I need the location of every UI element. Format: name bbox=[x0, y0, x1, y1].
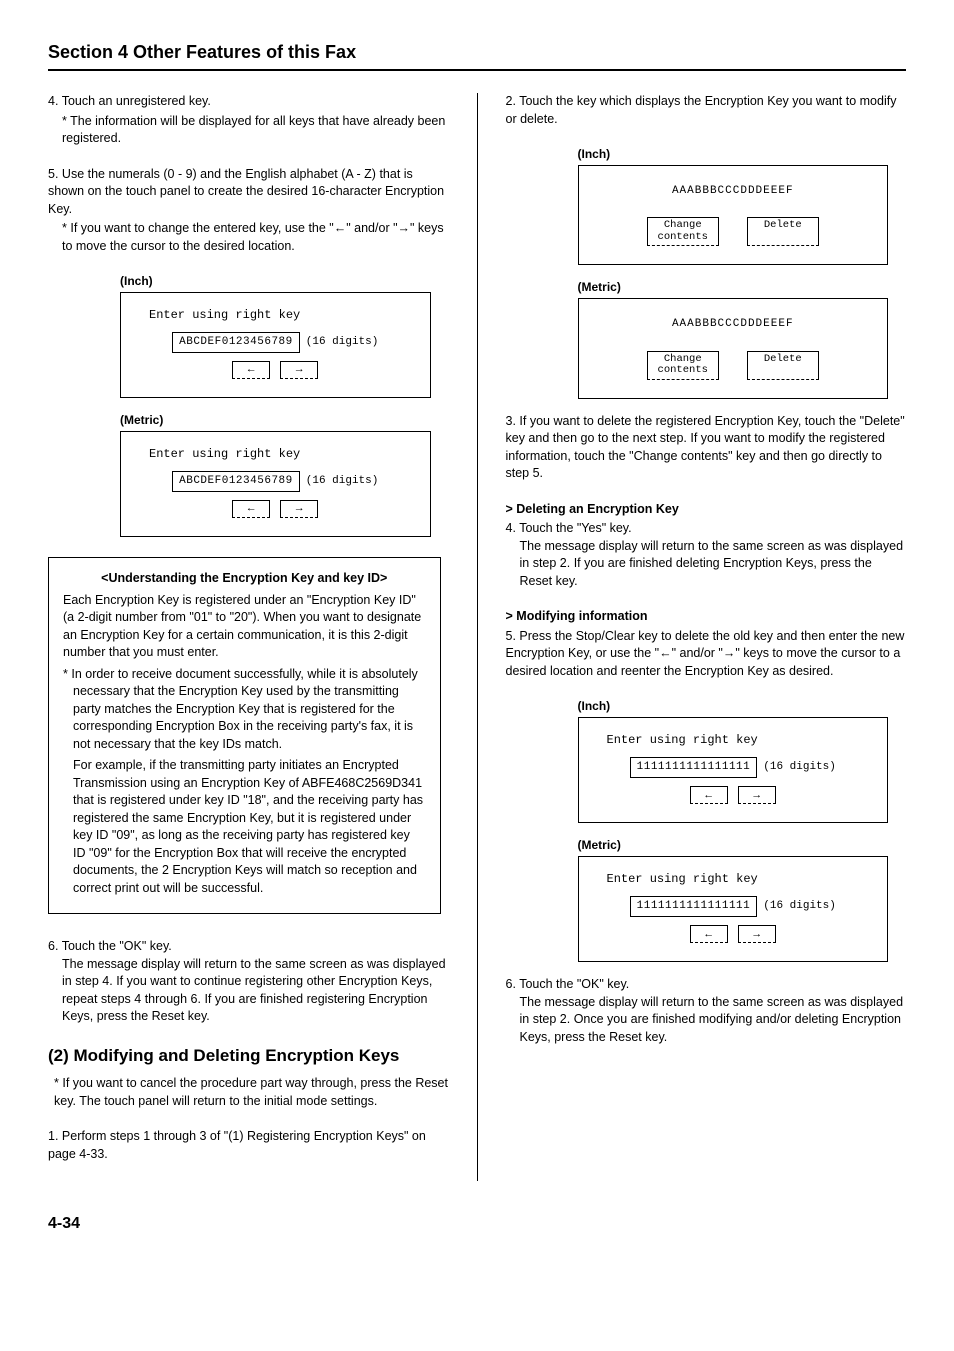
modify-panel-inch: AAABBBCCCDDDEEEF Change contents Delete bbox=[578, 165, 889, 265]
section-title: Section 4 Other Features of this Fax bbox=[48, 40, 906, 71]
touch-panel-metric-2: Enter using right key 1111111111111111 (… bbox=[578, 856, 889, 962]
digits-label: (16 digits) bbox=[763, 899, 836, 914]
step-number: 3. bbox=[506, 414, 516, 428]
step-1: 1. Perform steps 1 through 3 of "(1) Reg… bbox=[48, 1128, 449, 1163]
touch-panel-inch: Enter using right key ABCDEF0123456789 (… bbox=[120, 292, 431, 398]
panel-label-inch: (Inch) bbox=[578, 146, 907, 163]
column-divider bbox=[477, 93, 478, 1181]
encryption-key-field[interactable]: ABCDEF0123456789 bbox=[172, 471, 300, 492]
delete-button[interactable]: Delete bbox=[747, 351, 819, 380]
callout-paragraph: Each Encryption Key is registered under … bbox=[63, 592, 426, 662]
step-continuation: The message display will return to the s… bbox=[62, 956, 449, 1026]
deleting-heading: Deleting an Encryption Key bbox=[506, 501, 907, 519]
step-text: If you want to delete the registered Enc… bbox=[506, 414, 905, 481]
step-continuation: The message display will return to the s… bbox=[520, 994, 907, 1047]
panel-prompt: Enter using right key bbox=[149, 307, 416, 324]
right-column: 2. Touch the key which displays the Encr… bbox=[506, 93, 907, 1181]
arrow-left-button[interactable]: ← bbox=[232, 500, 270, 518]
callout-box: <Understanding the Encryption Key and ke… bbox=[48, 557, 441, 914]
step-4-right: 4. Touch the "Yes" key. The message disp… bbox=[506, 520, 907, 590]
step-note: The information will be displayed for al… bbox=[62, 113, 449, 148]
step-text: Touch the "OK" key. bbox=[62, 939, 172, 953]
step-number: 5. bbox=[48, 167, 58, 181]
panel-prompt: Enter using right key bbox=[149, 446, 416, 463]
left-column: 4. Touch an unregistered key. The inform… bbox=[48, 93, 449, 1181]
key-display: AAABBBCCCDDDEEEF bbox=[593, 317, 874, 332]
step-continuation: The message display will return to the s… bbox=[520, 538, 907, 591]
step-text: Press the Stop/Clear key to delete the o… bbox=[506, 629, 905, 678]
page-number: 4-34 bbox=[48, 1213, 906, 1235]
panel-label-metric: (Metric) bbox=[120, 412, 449, 429]
panel-label-inch: (Inch) bbox=[120, 273, 449, 290]
panel-prompt: Enter using right key bbox=[607, 732, 874, 749]
key-display: AAABBBCCCDDDEEEF bbox=[593, 184, 874, 199]
arrow-left-button[interactable]: ← bbox=[690, 786, 728, 804]
delete-button[interactable]: Delete bbox=[747, 217, 819, 246]
step-2: 2. Touch the key which displays the Encr… bbox=[506, 93, 907, 128]
step-text: Perform steps 1 through 3 of "(1) Regist… bbox=[48, 1129, 426, 1161]
change-contents-button[interactable]: Change contents bbox=[647, 351, 719, 380]
touch-panel-metric: Enter using right key ABCDEF0123456789 (… bbox=[120, 431, 431, 537]
encryption-key-field[interactable]: ABCDEF0123456789 bbox=[172, 332, 300, 353]
callout-example: For example, if the transmitting party i… bbox=[73, 757, 426, 897]
arrow-right-button[interactable]: → bbox=[738, 925, 776, 943]
step-text: Touch an unregistered key. bbox=[62, 94, 211, 108]
panel-label-inch: (Inch) bbox=[578, 698, 907, 715]
step-5-right: 5. Press the Stop/Clear key to delete th… bbox=[506, 628, 907, 681]
step-number: 4. bbox=[48, 94, 58, 108]
callout-note: In order to receive document successfull… bbox=[73, 666, 426, 754]
step-number: 4. bbox=[506, 521, 516, 535]
step-3: 3. If you want to delete the registered … bbox=[506, 413, 907, 483]
digits-label: (16 digits) bbox=[763, 760, 836, 775]
subsection-heading: (2) Modifying and Deleting Encryption Ke… bbox=[48, 1044, 449, 1068]
callout-title: <Understanding the Encryption Key and ke… bbox=[63, 570, 426, 588]
encryption-key-field[interactable]: 1111111111111111 bbox=[630, 757, 758, 778]
step-5: 5. Use the numerals (0 - 9) and the Engl… bbox=[48, 166, 449, 256]
step-number: 6. bbox=[506, 977, 516, 991]
modify-panel-metric: AAABBBCCCDDDEEEF Change contents Delete bbox=[578, 298, 889, 398]
step-number: 5. bbox=[506, 629, 516, 643]
touch-panel-inch-2: Enter using right key 1111111111111111 (… bbox=[578, 717, 889, 823]
arrow-left-button[interactable]: ← bbox=[232, 361, 270, 379]
step-number: 2. bbox=[506, 94, 516, 108]
arrow-right-button[interactable]: → bbox=[280, 361, 318, 379]
modifying-heading: Modifying information bbox=[506, 608, 907, 626]
step-6-right: 6. Touch the "OK" key. The message displ… bbox=[506, 976, 907, 1046]
arrow-right-button[interactable]: → bbox=[738, 786, 776, 804]
digits-label: (16 digits) bbox=[306, 474, 379, 489]
panel-prompt: Enter using right key bbox=[607, 871, 874, 888]
step-6: 6. Touch the "OK" key. The message displ… bbox=[48, 938, 449, 1026]
step-text: Use the numerals (0 - 9) and the English… bbox=[48, 167, 444, 216]
change-contents-button[interactable]: Change contents bbox=[647, 217, 719, 246]
subsection-note: If you want to cancel the procedure part… bbox=[54, 1075, 449, 1110]
panel-label-metric: (Metric) bbox=[578, 279, 907, 296]
step-text: Touch the "OK" key. bbox=[519, 977, 629, 991]
arrow-left-button[interactable]: ← bbox=[690, 925, 728, 943]
step-text: Touch the key which displays the Encrypt… bbox=[506, 94, 897, 126]
step-text: Touch the "Yes" key. bbox=[519, 521, 631, 535]
step-note: If you want to change the entered key, u… bbox=[62, 220, 449, 255]
arrow-right-button[interactable]: → bbox=[280, 500, 318, 518]
step-number: 6. bbox=[48, 939, 58, 953]
panel-label-metric: (Metric) bbox=[578, 837, 907, 854]
step-4: 4. Touch an unregistered key. The inform… bbox=[48, 93, 449, 148]
encryption-key-field[interactable]: 1111111111111111 bbox=[630, 896, 758, 917]
digits-label: (16 digits) bbox=[306, 335, 379, 350]
step-number: 1. bbox=[48, 1129, 58, 1143]
